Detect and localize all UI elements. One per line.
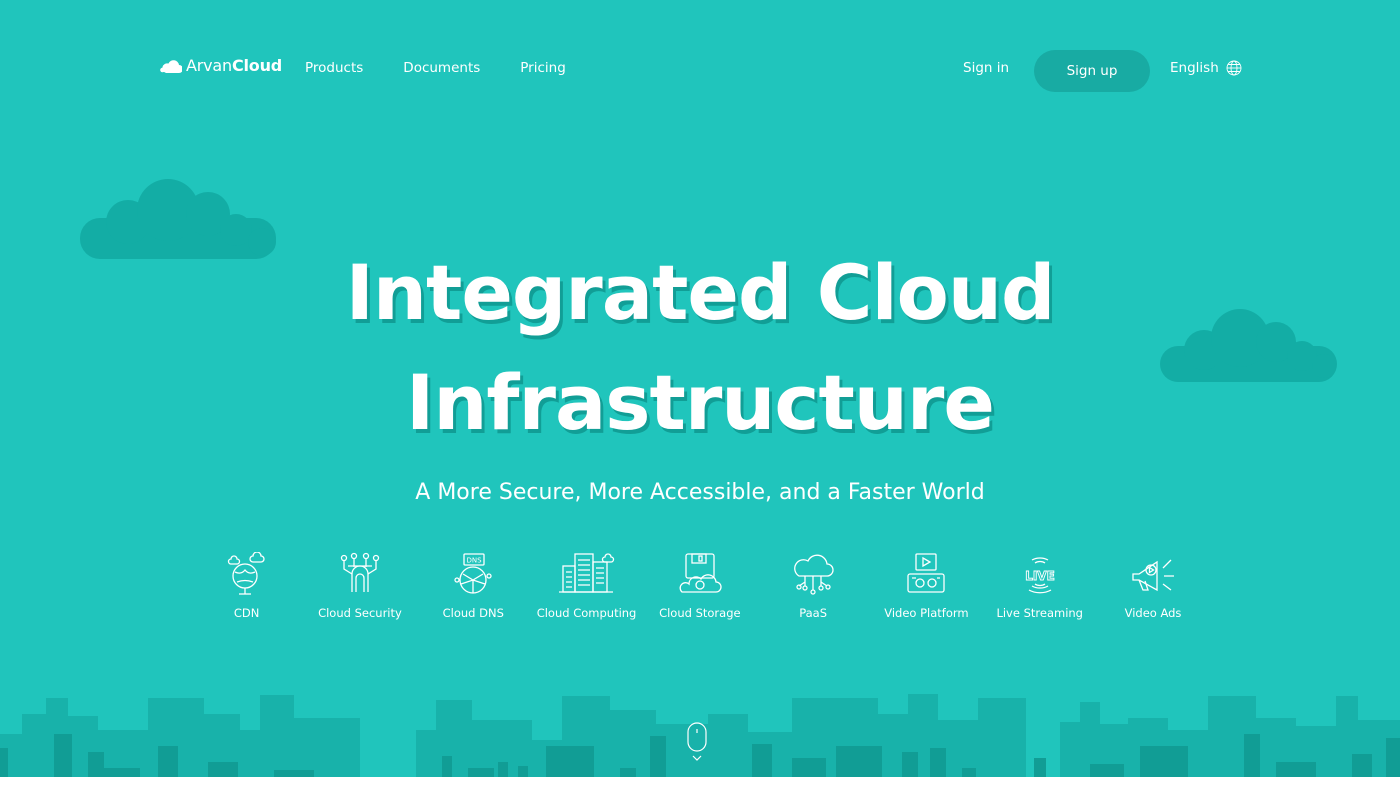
live-broadcast-icon: LIVE	[1024, 557, 1055, 594]
sign-up-button[interactable]: Sign up	[1034, 50, 1150, 92]
product-cloud-computing[interactable]: Cloud Computing	[530, 552, 643, 620]
storage-drive-icon	[679, 553, 722, 593]
video-player-icon	[907, 553, 946, 593]
cloud-network-icon	[794, 554, 834, 595]
product-live-streaming[interactable]: LIVE Live Streaming	[983, 552, 1096, 620]
product-cloud-security[interactable]: Cloud Security	[303, 552, 416, 620]
product-cloud-dns[interactable]: DNS Cloud DNS	[417, 552, 530, 620]
nav-products[interactable]: Products	[305, 60, 363, 76]
hero-title-line2: Infrastructure	[406, 358, 995, 447]
top-navigation: ArvanCloud Products Documents Pricing Si…	[0, 0, 1400, 140]
product-label: Cloud DNS	[442, 606, 504, 620]
arvancloud-logo[interactable]: ArvanCloud	[160, 56, 282, 75]
main-nav: Products Documents Pricing	[305, 60, 566, 76]
svg-text:LIVE: LIVE	[1025, 569, 1055, 583]
product-label: Video Ads	[1124, 606, 1182, 620]
product-video-platform[interactable]: Video Platform	[870, 552, 983, 620]
megaphone-icon	[1132, 559, 1175, 592]
hero-title: Integrated Cloud Infrastructure	[0, 238, 1400, 458]
globe-icon	[1226, 60, 1242, 76]
page-bottom-strip	[0, 777, 1400, 800]
product-label: PaaS	[799, 606, 828, 620]
nav-pricing[interactable]: Pricing	[520, 60, 566, 76]
landing-page: ArvanCloud Products Documents Pricing Si…	[0, 0, 1400, 800]
product-label: Cloud Storage	[659, 606, 741, 620]
dns-globe-icon: DNS	[454, 553, 492, 594]
product-label: Video Platform	[884, 606, 969, 620]
product-label: Live Streaming	[996, 606, 1083, 620]
hero-subtitle: A More Secure, More Accessible, and a Fa…	[415, 480, 985, 505]
chevron-down-icon	[692, 755, 702, 761]
product-paas[interactable]: PaaS	[756, 552, 869, 620]
globe-cloud-icon	[227, 552, 265, 595]
server-rack-icon	[558, 553, 614, 593]
hero-title-line1: Integrated Cloud	[345, 248, 1056, 337]
nav-documents[interactable]: Documents	[403, 60, 480, 76]
mouse-icon	[687, 722, 707, 752]
logo-text-bold: Cloud	[231, 56, 283, 75]
products-row: CDN Cloud Security DNS Cloud DNS Cloud C…	[190, 552, 1210, 620]
logo-text-light: Arvan	[186, 56, 232, 75]
product-cdn[interactable]: CDN	[190, 552, 303, 620]
product-label: Cloud Security	[318, 606, 402, 620]
product-label: Cloud Computing	[536, 606, 637, 620]
product-label: CDN	[233, 606, 260, 620]
language-label: English	[1170, 60, 1219, 76]
shield-network-icon	[340, 552, 380, 592]
scroll-down-indicator[interactable]	[687, 722, 707, 766]
svg-text:DNS: DNS	[467, 557, 483, 565]
language-selector[interactable]: English	[1170, 60, 1242, 76]
product-video-ads[interactable]: Video Ads	[1096, 552, 1209, 620]
product-cloud-storage[interactable]: Cloud Storage	[643, 552, 756, 620]
cloud-logo-icon	[160, 59, 182, 73]
sign-in-link[interactable]: Sign in	[963, 60, 1009, 76]
